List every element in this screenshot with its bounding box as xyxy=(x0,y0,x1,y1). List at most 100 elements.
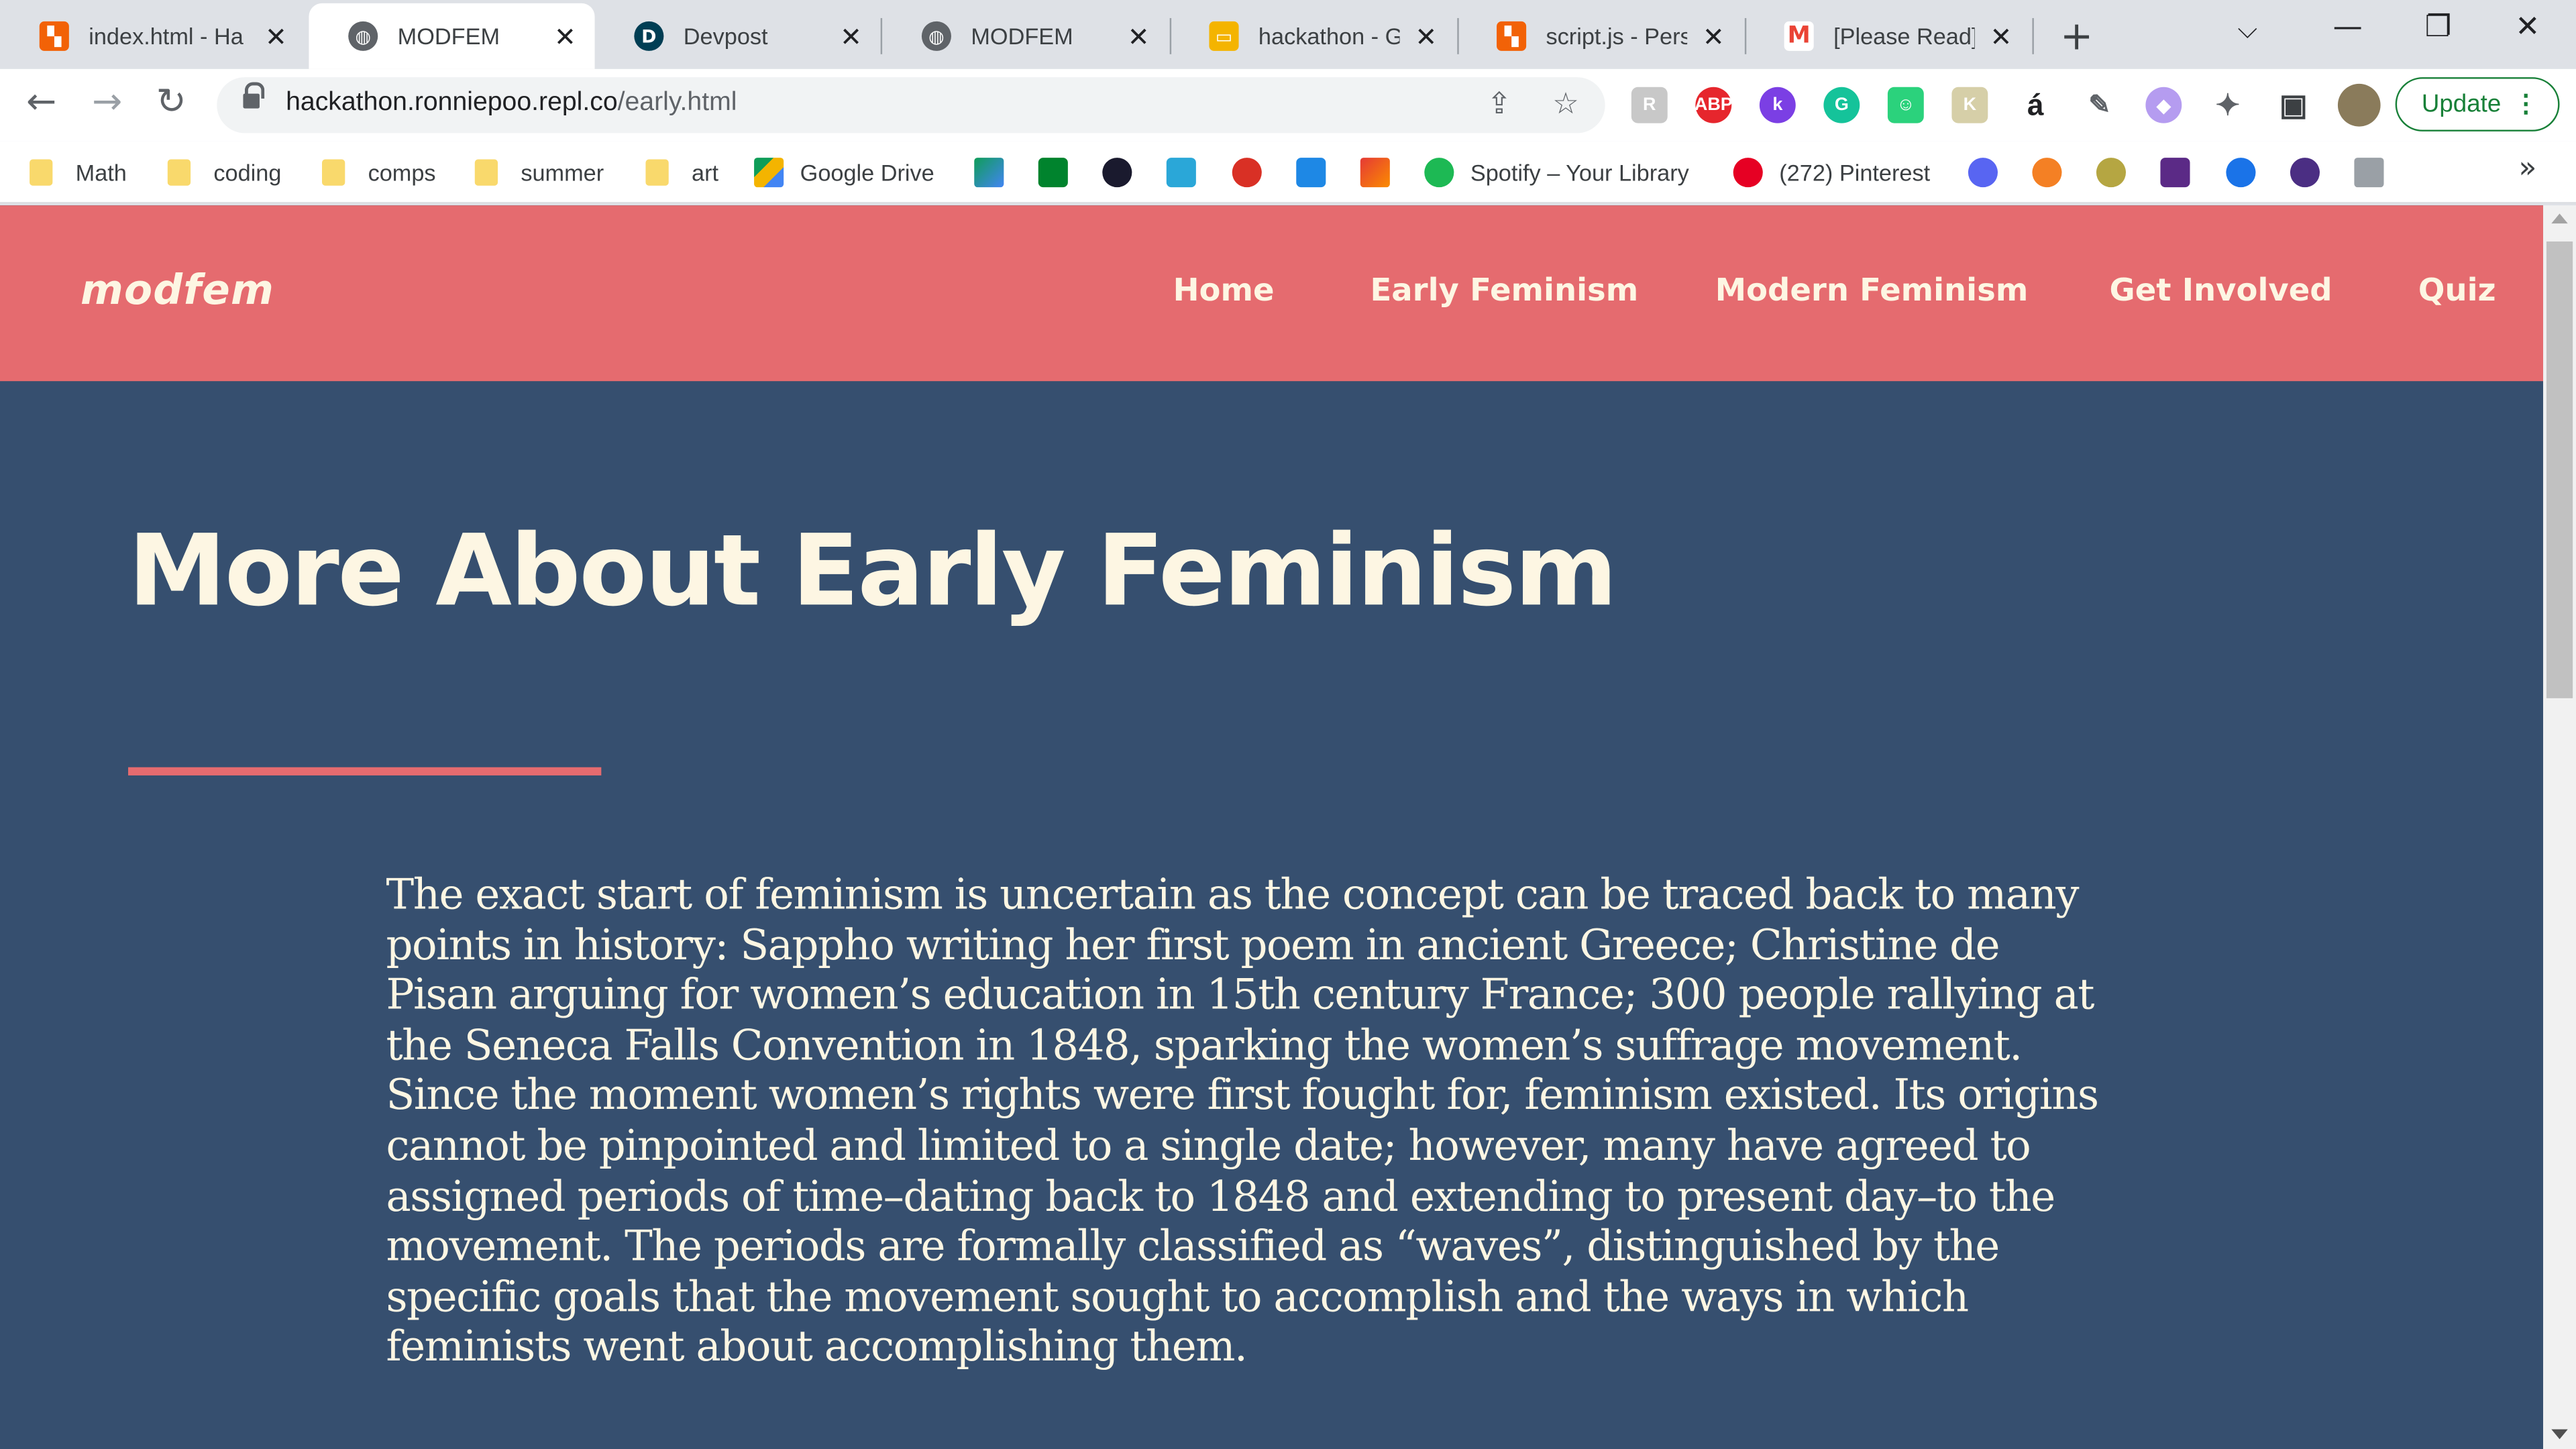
tab-script-js[interactable]: ▚ script.js - Perso ✕ xyxy=(1457,3,1743,69)
nav-link-quiz[interactable]: Quiz xyxy=(2418,273,2496,309)
bookmark-g-icon[interactable] xyxy=(2290,158,2320,188)
restore-icon[interactable]: ❐ xyxy=(2425,10,2452,44)
tab-modfem-active[interactable]: ◍ MODFEM ✕ xyxy=(309,3,595,69)
bookmark-folder-summer[interactable]: summer xyxy=(474,154,604,191)
paragraph-line: specific goals that the movement sought … xyxy=(386,1273,1970,1322)
bookmark-s-icon[interactable] xyxy=(1102,158,1132,188)
scroll-up-arrow-icon[interactable] xyxy=(2551,213,2568,224)
forward-arrow-icon[interactable]: → xyxy=(92,82,122,123)
paragraph-line: Pisan arguing for women’s education in 1… xyxy=(386,971,2095,1021)
bookmark-label: Google Drive xyxy=(800,159,934,186)
nav-link-early-feminism[interactable]: Early Feminism xyxy=(1370,273,1638,309)
nav-link-home[interactable]: Home xyxy=(1173,273,1275,309)
paragraph-line: movement. The periods are formally class… xyxy=(386,1222,2000,1272)
bookmark-pinterest[interactable]: (272) Pinterest xyxy=(1733,154,1930,191)
folder-icon xyxy=(474,159,498,186)
gmail-icon: M xyxy=(1784,21,1814,51)
paragraph-line: the Seneca Falls Convention in 1848, spa… xyxy=(386,1021,2023,1071)
minimize-icon[interactable]: — xyxy=(2333,10,2363,44)
bookmark-label: comps xyxy=(368,159,436,186)
bookmark-google-drive[interactable]: Google Drive xyxy=(754,154,934,191)
bookmark-folder-art[interactable]: art xyxy=(645,154,718,191)
replit-icon: ▚ xyxy=(39,21,69,51)
bookmark-star-icon[interactable]: ☆ xyxy=(1552,87,1579,121)
close-icon[interactable]: ✕ xyxy=(838,21,864,52)
bookmark-pear-icon[interactable] xyxy=(2096,158,2127,188)
close-icon[interactable]: ✕ xyxy=(1126,21,1152,52)
tab-title: hackathon - Go xyxy=(1258,23,1400,50)
bookmark-purple-icon[interactable] xyxy=(2160,158,2190,188)
extension-r-icon[interactable]: R xyxy=(1631,87,1668,123)
more-bookmarks-chevron-icon[interactable]: » xyxy=(2518,151,2536,185)
bookmark-red-icon[interactable] xyxy=(1232,158,1262,188)
extensions-puzzle-icon[interactable]: ✦ xyxy=(2210,87,2246,123)
share-icon[interactable]: ⇪ xyxy=(1487,87,1511,121)
eyedropper-icon[interactable]: ✎ xyxy=(2082,87,2118,123)
browser-toolbar: ← → ↻ hackathon.ronniepoo.repl.co/early.… xyxy=(0,68,2576,142)
grammarly-icon[interactable]: G xyxy=(1823,87,1860,123)
tab-title: Devpost xyxy=(683,23,768,50)
tab-devpost[interactable]: D Devpost ✕ xyxy=(595,3,881,69)
tab-title: MODFEM xyxy=(971,23,1073,50)
spotify-icon xyxy=(1424,158,1454,188)
bookmark-orange-icon[interactable] xyxy=(2032,158,2062,188)
close-icon[interactable]: ✕ xyxy=(1413,21,1439,52)
nav-link-get-involved[interactable]: Get Involved xyxy=(2110,273,2332,309)
google-drive-icon xyxy=(754,158,784,188)
window-close-icon[interactable]: ✕ xyxy=(2515,10,2540,44)
paragraph-line: The exact start of feminism is uncertain… xyxy=(386,870,2080,920)
scroll-down-arrow-icon[interactable] xyxy=(2551,1429,2568,1440)
tab-hackathon-slides[interactable]: ▭ hackathon - Go ✕ xyxy=(1170,3,1456,69)
screencastify-icon[interactable]: ☺ xyxy=(1887,87,1924,123)
url-text[interactable]: hackathon.ronniepoo.repl.co/early.html xyxy=(286,89,737,118)
kaboom-icon[interactable]: K xyxy=(1951,87,1988,123)
globe-icon: ◍ xyxy=(921,21,951,51)
close-icon[interactable]: ✕ xyxy=(1701,21,1727,52)
update-button[interactable]: Update ⋮ xyxy=(2395,77,2560,131)
profile-avatar[interactable] xyxy=(2337,83,2381,127)
new-tab-button[interactable]: + xyxy=(2060,13,2093,60)
globe-icon: ◍ xyxy=(348,21,378,51)
extension-gem-icon[interactable]: ◆ xyxy=(2145,87,2182,123)
close-icon[interactable]: ✕ xyxy=(1988,21,2014,52)
bookmark-folder-math[interactable]: Math xyxy=(30,154,127,191)
google-drive-shortcut-icon[interactable] xyxy=(974,158,1004,188)
bookmark-stripes-icon[interactable] xyxy=(1360,158,1390,188)
bookmark-c-icon[interactable] xyxy=(1296,158,1326,188)
browser-window: ▚ index.html - Ha ✕ ◍ MODFEM ✕ D Devpost… xyxy=(0,0,2576,1449)
heading-underline xyxy=(128,767,602,775)
close-icon[interactable]: ✕ xyxy=(552,21,578,52)
bookmark-layers-icon[interactable] xyxy=(2354,158,2384,188)
tab-index-html[interactable]: ▚ index.html - Ha ✕ xyxy=(0,3,306,69)
google-meet-icon[interactable] xyxy=(1038,158,1068,188)
tab-modfem[interactable]: ◍ MODFEM ✕ xyxy=(882,3,1168,69)
adblock-plus-icon[interactable]: ABP xyxy=(1695,87,1733,123)
bookmark-blue-icon[interactable] xyxy=(1166,158,1196,188)
bookmark-folder-comps[interactable]: comps xyxy=(322,154,436,191)
scrollbar-thumb[interactable] xyxy=(2546,241,2573,698)
paragraph-line: cannot be pinpointed and limited to a si… xyxy=(386,1122,2031,1172)
bookmark-folder-coding[interactable]: coding xyxy=(167,154,282,191)
address-bar[interactable]: hackathon.ronniepoo.repl.co/early.html ⇪… xyxy=(217,77,1605,133)
replit-icon: ▚ xyxy=(1497,21,1527,51)
paragraph-line: assigned periods of time–dating back to … xyxy=(386,1172,2056,1222)
side-panel-icon[interactable]: ▣ xyxy=(2275,87,2312,123)
reload-icon[interactable]: ↻ xyxy=(156,82,186,123)
site-logo[interactable]: modfem xyxy=(80,266,274,314)
discord-icon[interactable] xyxy=(1968,158,1998,188)
page-scrollbar[interactable] xyxy=(2543,205,2576,1449)
bookmark-spotify[interactable]: Spotify – Your Library xyxy=(1424,154,1689,191)
accent-icon[interactable]: á xyxy=(2017,87,2053,123)
tab-gmail[interactable]: M [Please Read] T ✕ xyxy=(1745,3,2031,69)
nav-link-modern-feminism[interactable]: Modern Feminism xyxy=(1715,273,2029,309)
tab-search-chevron-icon[interactable]: ⌵ xyxy=(2238,13,2258,46)
close-icon[interactable]: ✕ xyxy=(263,21,289,52)
kami-icon[interactable]: k xyxy=(1759,87,1796,123)
devpost-icon: D xyxy=(634,21,664,51)
url-path: /early.html xyxy=(617,89,737,117)
bookmark-q-icon[interactable] xyxy=(2226,158,2256,188)
menu-kebab-icon[interactable]: ⋮ xyxy=(2514,89,2538,119)
bookmark-label: summer xyxy=(521,159,604,186)
back-arrow-icon[interactable]: ← xyxy=(26,82,56,123)
bookmark-label: coding xyxy=(213,159,282,186)
